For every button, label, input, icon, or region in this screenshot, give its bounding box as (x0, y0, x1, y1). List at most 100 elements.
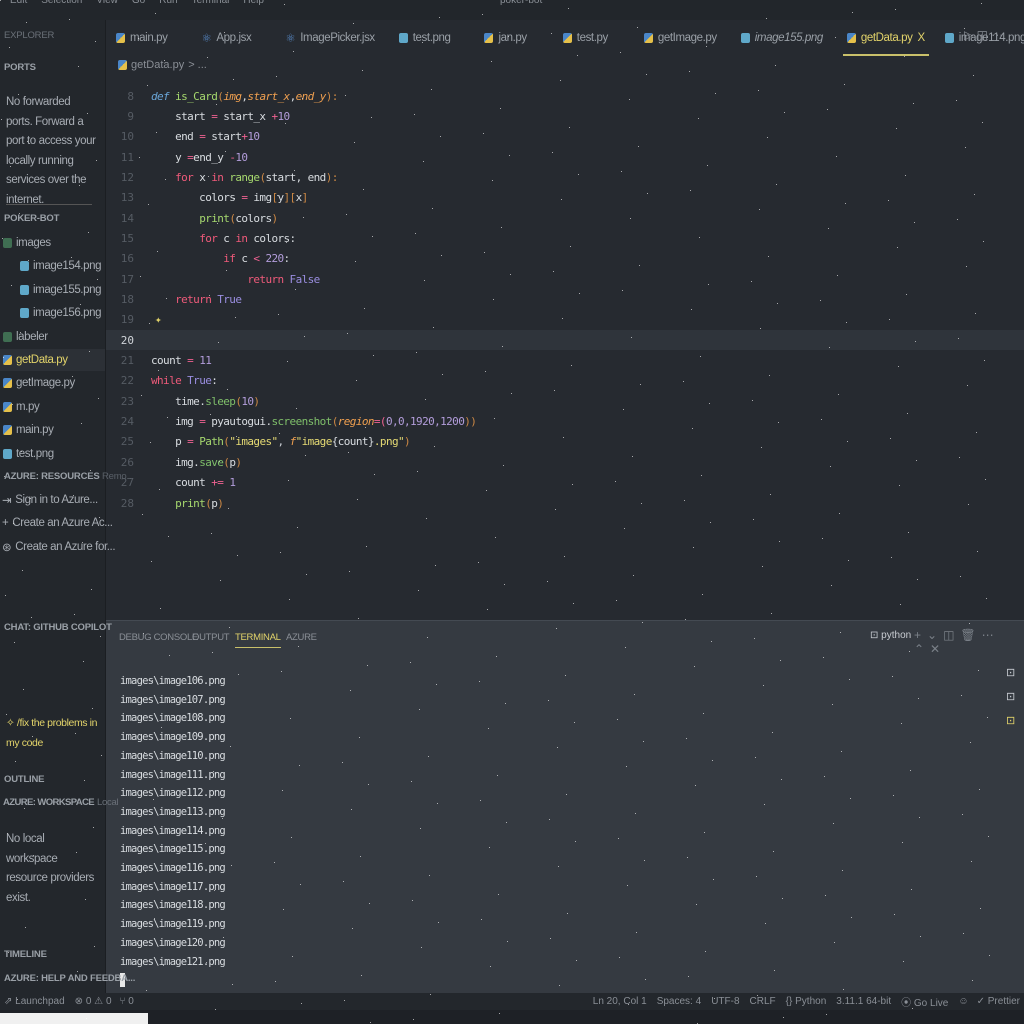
python-interpreter[interactable]: 3.11.1 64-bit (836, 996, 891, 1007)
azure-action[interactable]: ⊛ Create an Azure for... (0, 536, 116, 558)
menu-item[interactable]: Go (132, 0, 145, 6)
divider (6, 204, 92, 205)
panel-tab-azure[interactable]: AZURE (286, 632, 317, 643)
code-line[interactable]: 16 if c < 220: (106, 249, 1024, 269)
code-line[interactable]: 26 img.save(p) (106, 452, 1024, 472)
ports-item[interactable]: ⑂ 0 (120, 996, 134, 1007)
file-name: m.py (16, 400, 40, 413)
code-line[interactable]: 9 start = start_x +10 (106, 106, 1024, 126)
file-tree-item[interactable]: getImage.py (0, 372, 105, 394)
file-tree-item[interactable]: m.py (0, 396, 105, 418)
tab-test-png[interactable]: test.png (389, 20, 461, 56)
cursor-position[interactable]: Ln 20, Col 1 (593, 996, 647, 1007)
file-tree-item[interactable]: image156.png (0, 302, 105, 324)
outline-section-header[interactable]: OUTLINE (4, 774, 44, 785)
encoding[interactable]: UTF-8 (711, 996, 739, 1007)
azure-action[interactable]: ⇥ Sign in to Azure... (0, 489, 105, 511)
code-token: 1 (229, 476, 236, 490)
code-editor[interactable]: 8 def is_Card(img,start_x,end_y): 9 start … (106, 86, 1024, 616)
language-mode[interactable]: {} Python (786, 996, 827, 1007)
azure-action[interactable]: + Create an Azure Ac... (0, 512, 113, 534)
menu-item[interactable]: Run (159, 0, 177, 6)
code-line[interactable]: 12 for x in range(start, end): (106, 167, 1024, 187)
code-token: return (175, 293, 212, 306)
tab-app-jsx[interactable]: ⚛ App.jsx (191, 20, 261, 56)
breadcrumb-symbol[interactable]: > ... (188, 59, 207, 71)
code-line[interactable]: 22 while True: (106, 371, 1024, 391)
menu-item[interactable]: Selection (41, 0, 82, 6)
tab-test-py[interactable]: test.py (553, 20, 618, 56)
ports-section-header[interactable]: PORTS (4, 62, 36, 73)
python-file-icon (643, 33, 653, 43)
file-tree-item[interactable]: main.py (0, 419, 105, 441)
project-section-header[interactable]: POKER-BOT (4, 213, 59, 224)
menu-item[interactable]: View (96, 0, 118, 6)
code-line[interactable]: 25 p = Path("images", f"image{count}.png… (106, 432, 1024, 452)
file-tree-item[interactable]: image154.png (0, 255, 105, 277)
menu-item[interactable]: Terminal (192, 0, 230, 6)
menu-item[interactable]: Help (243, 0, 264, 6)
copilot-icon[interactable]: ☺ (958, 996, 968, 1007)
line-ending[interactable]: CRLF (750, 996, 776, 1007)
azure-workspace-header[interactable]: AZURE: WORKSPACE Local (3, 797, 119, 808)
code-line[interactable]: 17 return False (106, 269, 1024, 289)
tab-imagepicker-jsx[interactable]: ⚛ ImagePicker.jsx (275, 20, 384, 56)
code-line[interactable]: 20 (106, 330, 1024, 351)
file-tree-item[interactable]: test.png (0, 443, 105, 465)
prettier-item[interactable]: ✓ Prettier (977, 996, 1020, 1007)
line-number: 14 (120, 211, 134, 225)
line-number: 11 (120, 150, 134, 164)
panel-tab-output[interactable]: OUTPUT (192, 632, 230, 643)
panel-actions[interactable]: +⌄◫🗑⋯⌃✕ (914, 628, 1024, 656)
code-token: {count} (331, 435, 375, 449)
code-line[interactable]: 11 y =end_y -10 (106, 147, 1024, 167)
panel-tab-terminal[interactable]: TERMINAL (235, 632, 281, 648)
copilot-suggestion[interactable]: ✧ /fix the problems in my code (6, 714, 98, 753)
terminal-shell-selector[interactable]: ⊡ python (870, 630, 911, 641)
file-tree-item[interactable]: labeler (0, 326, 105, 348)
tab-main-py[interactable]: main.py (106, 20, 177, 56)
code-line[interactable]: 23 time.sleep(10) (106, 391, 1024, 411)
launchpad-item[interactable]: ⇗ Launchpad (4, 996, 65, 1007)
terminal-list[interactable]: ⊡ ⊡ ⊡ (1006, 661, 1015, 733)
tab-getimage-py[interactable]: getImage.py (634, 20, 727, 56)
code-line[interactable]: 15 for c in colors: (106, 228, 1024, 248)
code-line[interactable]: 21 count = 11 (106, 351, 1024, 371)
copilot-section-header[interactable]: CHAT: GITHUB COPILOT (4, 622, 112, 633)
timeline-section-header[interactable]: TIMELINE (4, 949, 47, 960)
code-line[interactable]: 24 img = pyautogui.screenshot(region=(0,… (106, 412, 1024, 432)
tab-getdata-py[interactable]: getData.py X (837, 20, 935, 56)
code-line[interactable]: 14 print(colors) (106, 208, 1024, 228)
file-tree-item[interactable]: image155.png (0, 279, 105, 301)
azure-help-header[interactable]: AZURE: HELP AND FEEDBA... (4, 973, 135, 984)
code-line[interactable]: 10 end = start+10 (106, 127, 1024, 147)
code-token: ) (217, 496, 224, 510)
terminal-line: images\image112.png (120, 787, 226, 800)
code-line[interactable]: 8 def is_Card(img,start_x,end_y): (106, 86, 1024, 106)
file-tree-item[interactable]: images (0, 232, 105, 254)
code-line[interactable]: 19 ✦ (106, 310, 1024, 330)
star-dot (207, 57, 208, 58)
tab-jan-py[interactable]: jan.py (474, 20, 536, 56)
code-line[interactable]: 18 return True (106, 290, 1024, 310)
file-tree-item[interactable]: getData.py (0, 349, 105, 371)
code-line[interactable]: 27 count += 1 (106, 473, 1024, 493)
indentation[interactable]: Spaces: 4 (657, 996, 701, 1007)
code-token: end (151, 130, 200, 144)
search-box[interactable] (0, 1013, 148, 1024)
bottom-panel: DEBUG CONSOLE OUTPUT TERMINAL AZURE ⊡ pytho… (106, 620, 1024, 993)
code-token: ) (271, 211, 278, 225)
problems-item[interactable]: ⊗ 0 ⚠ 0 (75, 996, 112, 1007)
code-line[interactable]: 13 colors = img[y][x] (106, 188, 1024, 208)
close-tab-icon[interactable]: X (917, 32, 925, 44)
code-line[interactable]: 28 print(p) (106, 493, 1024, 513)
breadcrumb-file[interactable]: getData.py (131, 59, 184, 71)
run-icon[interactable]: ▷ ◫ ⋯ (964, 28, 1003, 42)
panel-tab-debug-console[interactable]: DEBUG CONSOLE (119, 632, 198, 643)
azure-resources-header[interactable]: AZURE: RESOURCES Remo... (4, 471, 134, 482)
tab-image155-png[interactable]: image155.png (731, 20, 833, 56)
lightbulb-sparkle-icon[interactable]: ✦ (155, 313, 162, 326)
menu-item[interactable]: Edit (10, 0, 27, 6)
go-live-button[interactable]: ⦿ Go Live (901, 994, 948, 1009)
code-text: print(p) (140, 496, 224, 510)
